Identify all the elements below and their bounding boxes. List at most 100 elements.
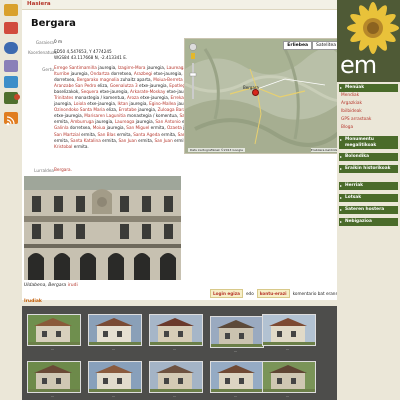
- nearby-link[interactable]: San Miguel: [126, 125, 149, 130]
- photo-caption: Uldabena, Bergara irudi: [24, 283, 78, 288]
- nearby-link[interactable]: Aranzabe San Pedro: [54, 83, 96, 88]
- nearby-link[interactable]: Santa Ageda: [133, 132, 160, 137]
- nearby-link[interactable]: Moiua: [93, 125, 106, 130]
- gallery-thumbnail[interactable]: [88, 314, 142, 346]
- nearby-text: ermita,: [115, 131, 134, 137]
- gallery-thumbnail[interactable]: [149, 361, 203, 393]
- camera-icon[interactable]: [4, 76, 18, 88]
- nearby-text: ermita,: [149, 125, 167, 131]
- building-photo-graphic: [24, 176, 181, 280]
- sidebar-section[interactable]: Menüak: [339, 84, 398, 92]
- nearby-link[interactable]: Amburruga: [70, 119, 94, 124]
- nearby-link[interactable]: Loiola: [74, 101, 86, 106]
- nearby-text: jauregia,: [134, 119, 156, 125]
- nearby-link[interactable]: Errege Santimamiña: [54, 65, 97, 70]
- nearby-link[interactable]: Aroza: [127, 95, 139, 100]
- star-icon[interactable]: [4, 4, 18, 16]
- nearby-text: jauregia,: [128, 101, 150, 107]
- altitude-value: 0 m: [54, 39, 63, 44]
- nearby-link[interactable]: Goenalutza 3: [110, 83, 138, 88]
- nearby-link[interactable]: Moiua-Berreta: [153, 77, 182, 82]
- gallery-thumbnail[interactable]: [262, 314, 316, 346]
- nearby-text: dorretxea,: [109, 71, 134, 77]
- nearby-link[interactable]: San Juan: [154, 138, 172, 143]
- nearby-link[interactable]: Arazbegi: [134, 71, 152, 76]
- nearby-text: jauregia,: [69, 71, 91, 77]
- globe-icon[interactable]: [4, 42, 18, 54]
- login-button[interactable]: Login egiza: [210, 289, 243, 298]
- document-icon[interactable]: [4, 60, 18, 72]
- nearby-text: ermita,: [54, 119, 71, 125]
- nearby-link[interactable]: Galinla: [54, 125, 69, 130]
- nearby-link[interactable]: San Antonio: [155, 119, 180, 124]
- location-link[interactable]: Bergara.: [54, 167, 72, 173]
- sidebar-item[interactable]: Blogа: [341, 125, 353, 130]
- map-marker-icon[interactable]: [252, 89, 259, 96]
- nearby-link[interactable]: Egino-Mallea: [149, 101, 176, 106]
- thumbnail-dots: ...: [51, 347, 55, 351]
- thumbnail-image: [28, 362, 80, 392]
- sidebar-section[interactable]: Eraikin historikoak: [339, 165, 398, 173]
- gallery-title: Irudiak: [24, 299, 42, 304]
- nearby-link[interactable]: Santa Katalina: [70, 138, 100, 143]
- nearby-link[interactable]: Ondartza: [90, 71, 109, 76]
- nearby-link[interactable]: Ozinondoko Santa Maria: [54, 107, 105, 112]
- nearby-link[interactable]: San Martzial: [54, 132, 80, 137]
- gallery-thumbnail[interactable]: [210, 316, 264, 348]
- gallery-thumbnail[interactable]: [27, 314, 81, 346]
- gallery-thumbnail[interactable]: [210, 361, 264, 393]
- nearby-link[interactable]: Trinitates: [54, 95, 73, 100]
- location-label: Lurraldea: [34, 168, 54, 173]
- nearby-link[interactable]: Errotabe: [119, 107, 137, 112]
- home-link[interactable]: Hasiera: [27, 1, 51, 7]
- nearby-text: baselizakok,: [54, 89, 81, 95]
- sidebar-item[interactable]: Mendiak: [341, 93, 359, 98]
- nearby-link[interactable]: San Blas: [98, 132, 116, 137]
- satellite-tab[interactable]: Satelitea: [312, 41, 340, 50]
- zoom-slider-graphic: [189, 43, 197, 99]
- pin-icon[interactable]: [4, 22, 18, 34]
- nearby-link[interactable]: Ozaeta: [167, 125, 182, 130]
- main-photo[interactable]: [24, 176, 181, 280]
- terrain-tab[interactable]: Erliebea: [283, 41, 313, 50]
- sidebar-section[interactable]: Nebigazioa: [339, 218, 398, 226]
- sidebar-section[interactable]: Monumentu megalitikoak: [339, 136, 398, 149]
- nearby-link[interactable]: Iturribe: [54, 71, 69, 76]
- sidebar-item[interactable]: Ibilbideak: [341, 109, 362, 114]
- gallery-thumbnail[interactable]: [27, 361, 81, 393]
- nearby-link[interactable]: Izagirre-Mora: [118, 65, 146, 70]
- location-map[interactable]: Erliebea Satelitea Bergara Datu kartogra…: [184, 38, 344, 154]
- sidebar-section[interactable]: Bolondika: [339, 153, 398, 161]
- nearby-link[interactable]: Bergarako magnolia: [77, 77, 119, 82]
- breadcrumb-bar: Hasiera: [22, 0, 337, 10]
- nearby-text: jauregia,: [54, 101, 74, 107]
- sidebar-section[interactable]: Herriak: [339, 182, 398, 190]
- nearby-link[interactable]: Sequera: [81, 89, 98, 94]
- sidebar-item[interactable]: Argazkiak: [341, 101, 362, 106]
- nearby-link[interactable]: Laureaga: [115, 119, 135, 124]
- or-text: edo: [245, 291, 254, 296]
- nearby-link[interactable]: Marisaren Lagunitia: [84, 113, 125, 118]
- register-button[interactable]: kontu-erazi: [256, 289, 290, 298]
- gallery-thumbnail[interactable]: [149, 314, 203, 346]
- nearby-text: jauregia,: [145, 65, 167, 70]
- sidebar-section[interactable]: Lotsak: [339, 194, 398, 202]
- zoom-control[interactable]: [189, 43, 197, 103]
- nearby-link[interactable]: Iktan: [118, 101, 129, 106]
- sidebar-section[interactable]: Sateren hostera: [339, 206, 398, 214]
- gallery-thumbnail[interactable]: [88, 361, 142, 393]
- caption-link[interactable]: irudi: [68, 283, 78, 288]
- gallery-thumbnail[interactable]: [262, 361, 316, 393]
- nearby-link[interactable]: Arkarate-Moskay: [130, 89, 165, 94]
- nearby-text: ermita,: [54, 137, 71, 143]
- nearby-link[interactable]: San Juan: [118, 138, 136, 143]
- rss-icon[interactable]: [4, 112, 18, 126]
- coords-line2: WGS84 43.117668 N, -2.413341 E.: [54, 55, 128, 60]
- sidebar-item[interactable]: GPS arrastoak: [341, 117, 371, 122]
- nearby-text: ermita,: [100, 137, 119, 143]
- nearby-text: jauregia,: [93, 119, 115, 125]
- thumbnail-image: [28, 315, 80, 345]
- nearby-text: ermita,: [136, 137, 155, 143]
- thumbnail-dots: ...: [112, 394, 116, 398]
- site-logo[interactable]: em: [337, 0, 400, 82]
